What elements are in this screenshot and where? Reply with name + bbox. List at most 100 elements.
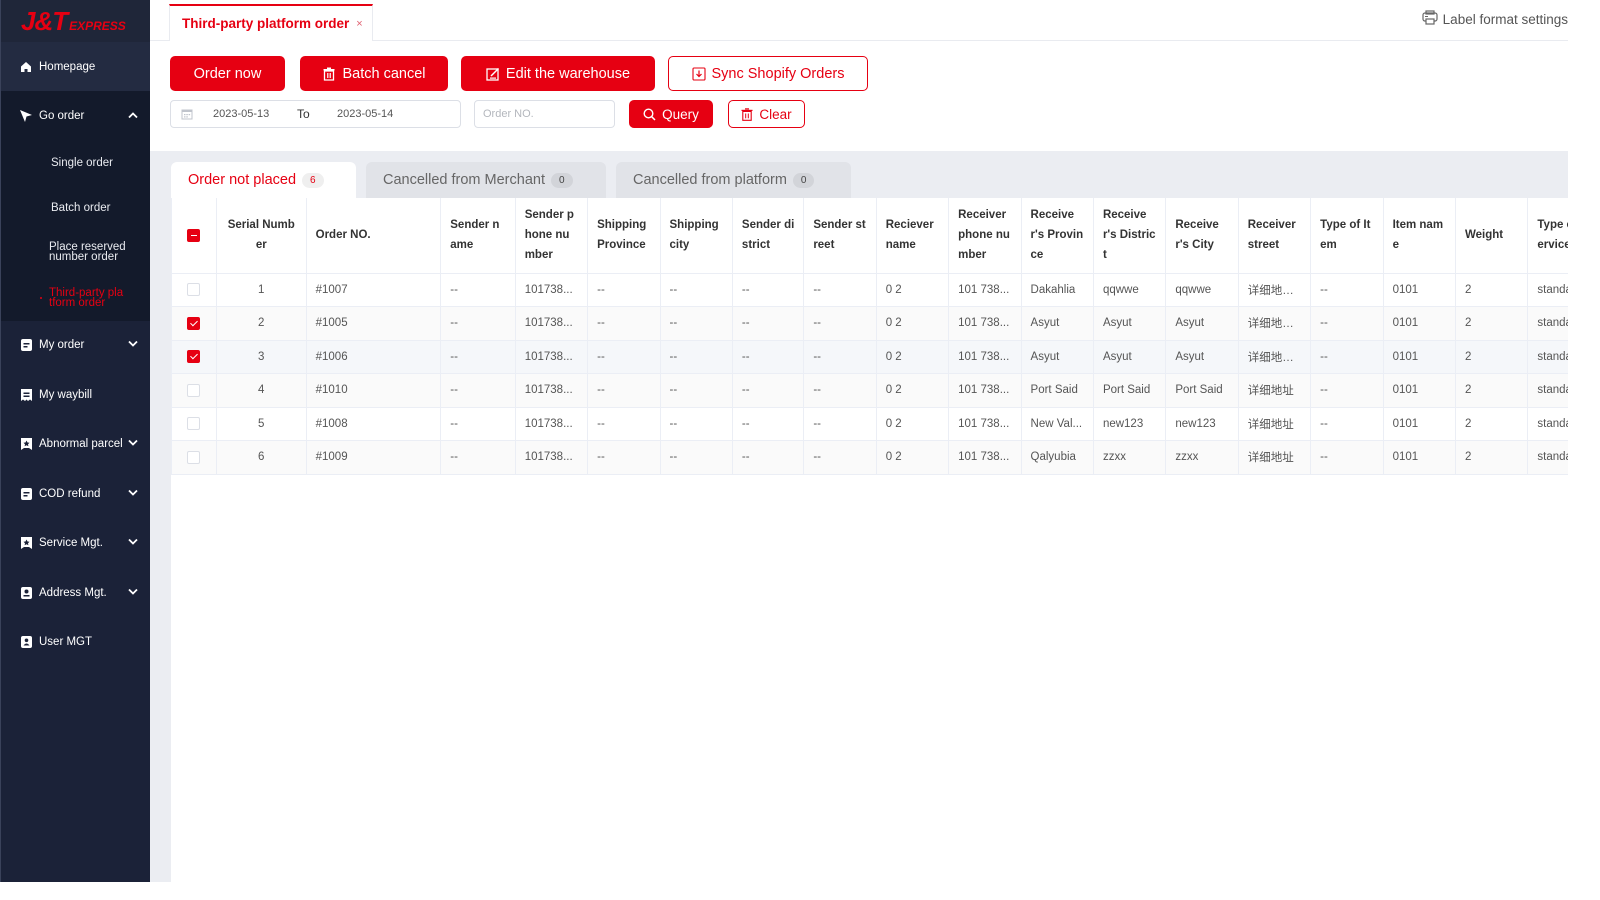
status-tabs: Order not placed 6 Cancelled from Mercha… bbox=[171, 162, 861, 198]
column-header: Shipping Province bbox=[587, 198, 661, 274]
table-cell: -- bbox=[1310, 306, 1384, 341]
table-cell: 0 2 bbox=[875, 406, 950, 441]
sidebar-item-cod-refund[interactable]: COD refund bbox=[1, 469, 150, 519]
table-cell: -- bbox=[587, 306, 661, 341]
table-cell: -- bbox=[1310, 440, 1384, 475]
table-cell: -- bbox=[1310, 272, 1384, 307]
date-start[interactable]: 2023-05-13 bbox=[213, 108, 297, 120]
table-cell: 0101 bbox=[1382, 339, 1456, 374]
table-cell: -- bbox=[440, 272, 516, 307]
sidebar-item-homepage[interactable]: Homepage bbox=[1, 42, 150, 91]
table-cell: 0 2 bbox=[875, 440, 950, 475]
table-cell: Dakahlia bbox=[1020, 272, 1094, 307]
table-cell: Asyut bbox=[1092, 339, 1167, 374]
table-row[interactable]: 3 #1006 -- 101738... -- -- -- -- 0 2 101 738... As… bbox=[171, 339, 1568, 374]
tab-cancelled-from-merchant[interactable]: Cancelled from Merchant 0 bbox=[366, 162, 606, 198]
table-cell: 详细地址... bbox=[1237, 339, 1312, 374]
tab-order-not-placed[interactable]: Order not placed 6 bbox=[171, 162, 356, 198]
date-range-picker[interactable]: 2023-05-13 To 2023-05-14 bbox=[170, 100, 461, 128]
sidebar-item-label: Abnormal parcel bbox=[39, 438, 123, 451]
row-checkbox[interactable] bbox=[187, 283, 201, 297]
table-cell: 101738... bbox=[514, 272, 589, 307]
order-no-input[interactable] bbox=[474, 100, 615, 128]
sidebar-item-label: My order bbox=[39, 339, 85, 352]
brand-logo[interactable]: J&T EXPRESS bbox=[1, 0, 150, 42]
table-cell: qqwwe bbox=[1092, 272, 1167, 307]
table-cell: #1006 bbox=[305, 339, 442, 374]
table-cell: standard bbox=[1527, 339, 1568, 374]
table-cell: -- bbox=[731, 272, 805, 307]
chevron-down-icon bbox=[128, 587, 138, 598]
table-cell: 详细地址... bbox=[1237, 306, 1312, 341]
sidebar-subitem-single-order[interactable]: Single order bbox=[1, 141, 150, 186]
sidebar-item-go-order[interactable]: Go order bbox=[1, 91, 150, 141]
table-cell: 2 bbox=[1454, 373, 1529, 408]
table-cell: -- bbox=[731, 440, 805, 475]
table-row[interactable]: 6 #1009 -- 101738... -- -- -- -- 0 2 101 738... Qa… bbox=[171, 440, 1568, 475]
tab-label: Order not placed bbox=[188, 172, 297, 188]
table-row[interactable]: 4 #1010 -- 101738... -- -- -- -- 0 2 101 738... Po… bbox=[171, 373, 1568, 408]
row-select-cell bbox=[171, 272, 217, 307]
sidebar-item-user-mgt[interactable]: User MGT bbox=[1, 618, 150, 668]
column-header: Serial Number bbox=[215, 198, 307, 274]
chevron-up-icon bbox=[128, 110, 138, 121]
table-row[interactable]: 2 #1005 -- 101738... -- -- -- -- 0 2 101 738... As… bbox=[171, 306, 1568, 341]
date-end[interactable]: 2023-05-14 bbox=[337, 108, 393, 120]
sync-shopify-orders-button[interactable]: Sync Shopify Orders bbox=[668, 56, 868, 91]
trash-icon bbox=[322, 67, 336, 81]
table-row[interactable]: 5 #1008 -- 101738... -- -- -- -- 0 2 101 738... Ne… bbox=[171, 406, 1568, 441]
sidebar-subitem-third-party-platform-order[interactable]: Third-party platform order bbox=[1, 275, 126, 321]
main-content: Order not placed 6 Cancelled from Mercha… bbox=[171, 162, 1568, 882]
order-now-button[interactable]: Order now bbox=[170, 56, 285, 91]
user-icon bbox=[19, 635, 33, 649]
column-header: Type of Service bbox=[1527, 198, 1568, 274]
table-cell: #1007 bbox=[305, 272, 442, 307]
select-all-checkbox[interactable] bbox=[187, 228, 201, 242]
table-cell: Port Said bbox=[1165, 373, 1239, 408]
edit-warehouse-button[interactable]: Edit the warehouse bbox=[461, 56, 655, 91]
table-cell: Asyut bbox=[1020, 339, 1094, 374]
page-tab-third-party-platform-order[interactable]: Third-party platform order × bbox=[169, 4, 373, 41]
table-cell: 0101 bbox=[1382, 440, 1456, 475]
close-icon[interactable]: × bbox=[356, 18, 362, 30]
download-icon bbox=[691, 66, 706, 81]
sidebar-item-service-mgt[interactable]: Service Mgt. bbox=[1, 519, 150, 569]
sidebar-item-my-order[interactable]: My order bbox=[1, 321, 150, 371]
top-tab-bar: Third-party platform order × Label forma… bbox=[150, 0, 1568, 41]
tab-label: Cancelled from platform bbox=[633, 172, 787, 188]
table-cell: 0 2 bbox=[875, 373, 950, 408]
tab-cancelled-from-platform[interactable]: Cancelled from platform 0 bbox=[616, 162, 851, 198]
row-checkbox[interactable] bbox=[187, 316, 201, 330]
column-header: Receiver's Province bbox=[1020, 198, 1094, 274]
sidebar-subitem-batch-order[interactable]: Batch order bbox=[1, 186, 150, 230]
row-checkbox[interactable] bbox=[187, 417, 201, 431]
table-cell: 0101 bbox=[1382, 406, 1456, 441]
toolbar: Order now Batch cancel Edit the warehous… bbox=[150, 41, 1568, 151]
table-cell: -- bbox=[587, 440, 661, 475]
label-format-settings-button[interactable]: Label format settings bbox=[1422, 10, 1568, 28]
clear-button[interactable]: Clear bbox=[728, 100, 805, 128]
app-frame: J&T EXPRESS Homepage Go order Single ord… bbox=[0, 0, 1568, 882]
sidebar-item-address-mgt[interactable]: Address Mgt. bbox=[1, 568, 150, 618]
table-row[interactable]: 1 #1007 -- 101738... -- -- -- -- 0 2 101 738... Da… bbox=[171, 272, 1568, 307]
row-checkbox[interactable] bbox=[187, 350, 201, 364]
table-cell: -- bbox=[440, 373, 516, 408]
table-cell: -- bbox=[803, 339, 877, 374]
table-cell: -- bbox=[803, 440, 877, 475]
table-cell: 2 bbox=[1454, 406, 1529, 441]
sidebar-item-my-waybill[interactable]: My waybill bbox=[1, 370, 150, 420]
batch-cancel-button[interactable]: Batch cancel bbox=[300, 56, 448, 91]
sidebar-item-label: Go order bbox=[39, 109, 85, 122]
table-cell: 101 738... bbox=[948, 306, 1022, 341]
row-checkbox[interactable] bbox=[187, 450, 201, 464]
row-checkbox[interactable] bbox=[187, 383, 201, 397]
chevron-down-icon bbox=[128, 439, 138, 450]
query-button[interactable]: Query bbox=[629, 100, 713, 128]
date-range-separator: To bbox=[297, 107, 310, 121]
sidebar-subitem-place-reserved-number-order[interactable]: Place reserved number order bbox=[1, 230, 131, 275]
table-cell: 101 738... bbox=[948, 339, 1022, 374]
sidebar: J&T EXPRESS Homepage Go order Single ord… bbox=[0, 0, 150, 882]
table-cell: 5 bbox=[215, 406, 307, 441]
sidebar-item-abnormal-parcel[interactable]: Abnormal parcel bbox=[1, 420, 150, 470]
table-cell: Port Said bbox=[1020, 373, 1094, 408]
